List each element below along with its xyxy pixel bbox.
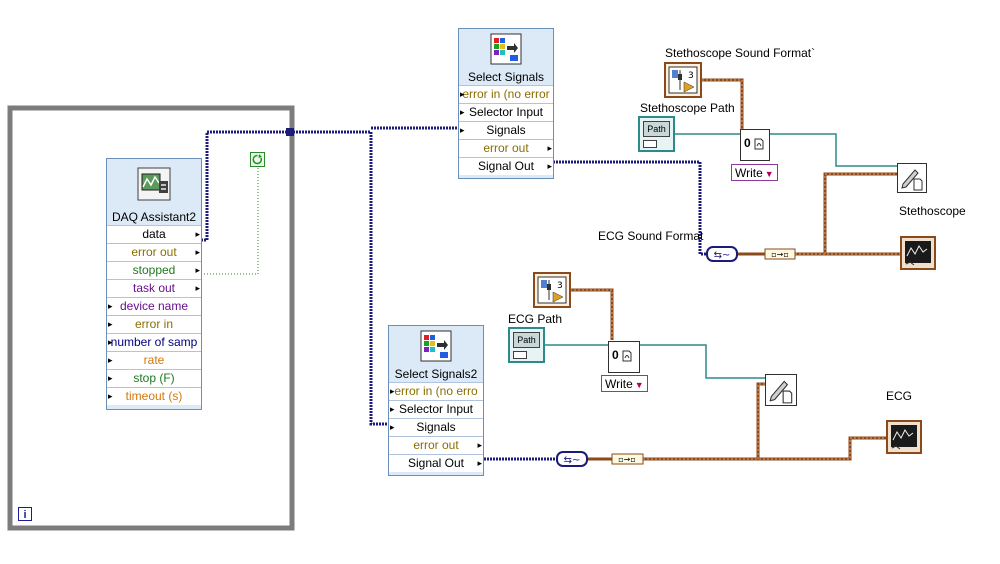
file-icon-2 <box>622 350 632 362</box>
steth-path-text: Path <box>643 121 670 137</box>
convert-dynamic-node-1[interactable]: ⇆~ <box>706 246 738 262</box>
stethoscope-label: Stethoscope <box>899 204 966 218</box>
daq-number-of-samples-terminal[interactable]: number of samp <box>107 333 201 351</box>
stop-wire[interactable] <box>201 166 259 275</box>
daq-assistant-node[interactable]: DAQ Assistant2 data error out stopped ta… <box>106 158 202 410</box>
select-selector-input-terminal[interactable]: Selector Input <box>459 103 553 121</box>
select2-selector-input-terminal[interactable]: Selector Input <box>389 400 483 418</box>
ecg-sound-format-label: ECG Sound Format <box>598 229 704 243</box>
select-error-in-terminal[interactable]: error in (no error <box>459 85 553 103</box>
waveform-graph-icon <box>905 241 931 266</box>
loop-condition-terminal[interactable] <box>250 152 265 167</box>
select-signals2-icon <box>389 326 483 366</box>
svg-text:⇆~: ⇆~ <box>714 250 731 261</box>
daq-icon <box>107 159 201 209</box>
open-create-file-node-1[interactable]: 0 <box>740 129 770 161</box>
write-pencil-icon-2 <box>769 380 793 404</box>
svg-text:3: 3 <box>688 71 694 81</box>
open-create-file-node-2[interactable]: 0 <box>608 341 640 373</box>
select2-error-in-terminal[interactable]: error in (no erro <box>389 382 483 400</box>
select-signals-icon <box>459 29 553 69</box>
select-signals-terminal[interactable]: Signals <box>459 121 553 139</box>
select2-signal-out-terminal[interactable]: Signal Out <box>389 454 483 472</box>
dropdown-arrow-icon: ▼ <box>764 169 774 179</box>
ecg-path-label: ECG Path <box>508 312 563 326</box>
daq-data-terminal[interactable]: data <box>107 225 201 243</box>
ecg-graph-indicator[interactable] <box>886 420 922 454</box>
daq-rate-terminal[interactable]: rate <box>107 351 201 369</box>
daq-stopped-terminal[interactable]: stopped <box>107 261 201 279</box>
ecg-path-control[interactable]: Path <box>508 327 545 363</box>
dropdown-arrow-icon-2: ▼ <box>634 380 644 390</box>
daq-task-out-terminal[interactable]: task out <box>107 279 201 297</box>
ecg-sound-format-control[interactable]: 3 <box>533 272 571 308</box>
select2-signals-terminal[interactable]: Signals <box>389 418 483 436</box>
loop-stop-icon <box>252 154 263 165</box>
svg-text:3: 3 <box>557 281 563 291</box>
svg-text:⇆~: ⇆~ <box>564 455 581 466</box>
daq-timeout-terminal[interactable]: timeout (s) <box>107 387 201 405</box>
daq-error-out-terminal[interactable]: error out <box>107 243 201 261</box>
svg-text:▫→▫: ▫→▫ <box>771 250 789 259</box>
daq-stop-terminal[interactable]: stop (F) <box>107 369 201 387</box>
sound-format-icon-2: 3 <box>537 276 567 304</box>
steth-sound-format-control[interactable]: 3 <box>664 62 702 98</box>
waveform-graph-icon-2 <box>891 425 917 450</box>
build-array-node-1[interactable]: ▫→▫ <box>764 248 796 260</box>
select-signals-title: Select Signals <box>467 70 545 84</box>
write-mode-text-2: Write <box>605 377 633 391</box>
file-icon <box>754 138 764 150</box>
convert-dynamic-node-2[interactable]: ⇆~ <box>556 451 588 467</box>
daq-device-name-terminal[interactable]: device name <box>107 297 201 315</box>
select-signals2-node[interactable]: Select Signals2 error in (no erro Select… <box>388 325 484 476</box>
iteration-terminal[interactable]: i <box>18 507 32 521</box>
open-file-number-1: 0 <box>744 136 751 150</box>
write-mode-text-1: Write <box>735 166 763 180</box>
open-file-number-2: 0 <box>612 348 619 362</box>
ecg-label: ECG <box>886 389 913 403</box>
svg-text:▫→▫: ▫→▫ <box>618 455 636 464</box>
daq-title: DAQ Assistant2 <box>111 210 197 224</box>
stethoscope-graph-indicator[interactable] <box>900 236 936 270</box>
steth-sound-format-label: Stethoscope Sound Format` <box>665 46 816 60</box>
select-signals2-title: Select Signals2 <box>394 367 478 381</box>
write-mode-selector-1[interactable]: Write ▼ <box>731 164 778 181</box>
select-signals-node[interactable]: Select Signals error in (no error Select… <box>458 28 554 179</box>
build-array-node-2[interactable]: ▫→▫ <box>611 453 644 465</box>
write-sound-file-node-2[interactable] <box>765 374 797 406</box>
steth-path-label: Stethoscope Path <box>640 101 735 115</box>
select-signal-out-terminal[interactable]: Signal Out <box>459 157 553 175</box>
sound-format-icon: 3 <box>668 66 698 94</box>
cluster-wire[interactable] <box>570 78 900 461</box>
write-mode-selector-2[interactable]: Write ▼ <box>601 375 648 392</box>
steth-path-control[interactable]: Path <box>638 116 675 152</box>
write-sound-file-node-1[interactable] <box>897 163 927 193</box>
select-error-out-terminal[interactable]: error out <box>459 139 553 157</box>
write-pencil-icon <box>901 169 923 191</box>
ecg-path-text: Path <box>513 332 540 348</box>
select2-error-out-terminal[interactable]: error out <box>389 436 483 454</box>
daq-error-in-terminal[interactable]: error in <box>107 315 201 333</box>
